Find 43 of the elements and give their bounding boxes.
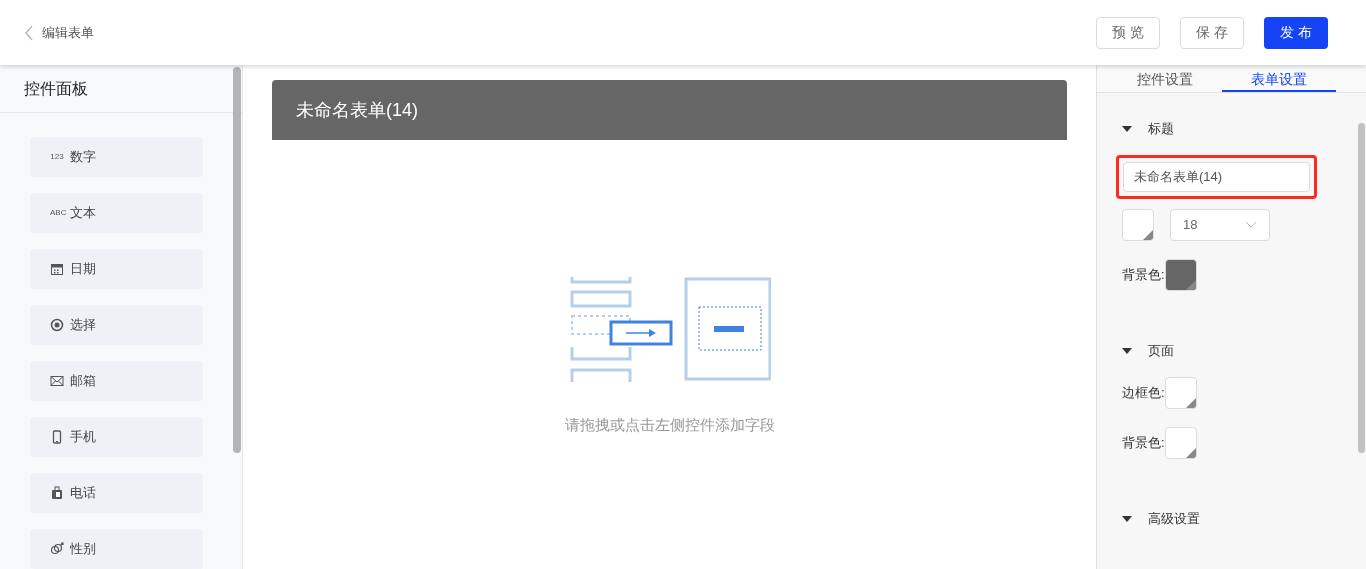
smartphone-icon	[50, 430, 64, 444]
chevron-left-icon	[24, 24, 34, 41]
font-size-select[interactable]: 18	[1170, 209, 1270, 241]
radio-icon	[50, 318, 64, 332]
field-label: 背景色:	[1122, 266, 1165, 285]
form-title: 未命名表单(14)	[296, 98, 418, 122]
caret-icon	[1122, 125, 1132, 133]
field-label: 背景色:	[1122, 434, 1165, 453]
caret-icon	[1122, 347, 1132, 355]
gender-icon	[50, 542, 64, 556]
section-header[interactable]: 页面	[1122, 341, 1366, 361]
telephone-icon	[50, 486, 64, 500]
settings-tab[interactable]: 表单设置	[1222, 65, 1336, 92]
scrollbar-thumb[interactable]	[1358, 123, 1365, 453]
section-header[interactable]: 标题	[1122, 119, 1366, 139]
control-item[interactable]: 电话	[30, 473, 203, 513]
settings-tab[interactable]: 控件设置	[1108, 65, 1222, 92]
color-swatch[interactable]	[1164, 259, 1197, 291]
field-label: 边框色:	[1122, 384, 1165, 403]
empty-hint: 请拖拽或点击左侧控件添加字段	[564, 415, 775, 435]
toolbar-button[interactable]: 保 存	[1180, 16, 1244, 49]
control-item[interactable]: 选择	[30, 305, 203, 345]
publish-button[interactable]: 发 布	[1264, 16, 1328, 49]
control-item[interactable]: 日期	[30, 249, 203, 289]
control-item[interactable]: 123 数字	[30, 137, 203, 177]
label-icon: 123	[50, 153, 64, 161]
color-swatch[interactable]	[1164, 377, 1197, 409]
control-item[interactable]: 手机	[30, 417, 203, 457]
color-swatch[interactable]	[1122, 209, 1154, 241]
label-icon: ABC	[50, 209, 64, 217]
section-header[interactable]: 高级设置	[1122, 509, 1366, 529]
chevron-down-icon	[1245, 221, 1257, 229]
envelope-icon	[50, 375, 64, 387]
color-swatch[interactable]	[1164, 427, 1197, 459]
control-item[interactable]: 性别	[30, 529, 203, 569]
toolbar-button[interactable]: 预 览	[1096, 16, 1160, 49]
calendar-icon	[50, 262, 64, 276]
caret-icon	[1122, 515, 1132, 523]
title-field[interactable]: 未命名表单(14)	[1123, 162, 1310, 192]
back-link[interactable]: 编辑表单	[24, 22, 94, 43]
control-item[interactable]: ABC 文本	[30, 193, 203, 233]
control-item[interactable]: 邮箱	[30, 361, 203, 401]
scrollbar-thumb[interactable]	[233, 67, 241, 453]
